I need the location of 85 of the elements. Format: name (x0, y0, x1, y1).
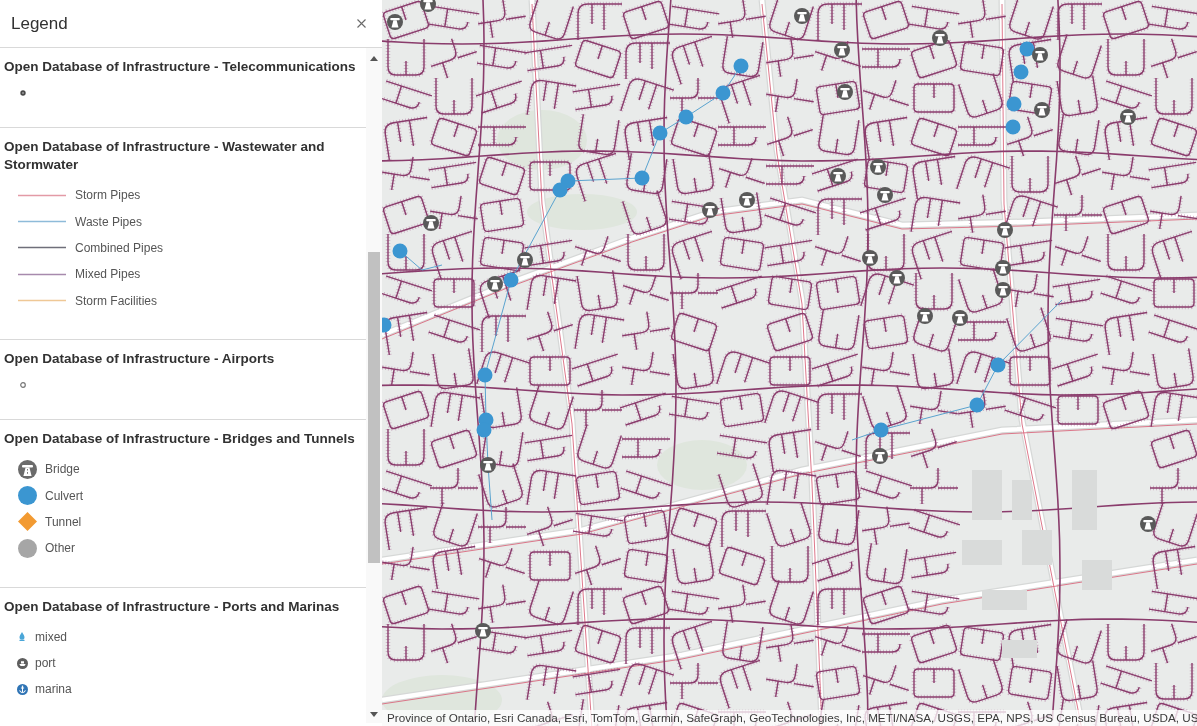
scrollbar-thumb[interactable] (368, 252, 380, 563)
bridge-marker (423, 215, 439, 231)
legend-title: Legend (11, 13, 68, 34)
culvert-marker (990, 357, 1006, 373)
bridge-marker (739, 192, 755, 208)
scroll-up-button[interactable] (370, 56, 378, 61)
legend-label: Tunnel (45, 514, 82, 529)
culvert-marker (392, 243, 408, 259)
layer-title: Open Database of Infrastructure - Airports (4, 349, 276, 368)
bridge-marker (387, 14, 403, 30)
building-footprint (1082, 560, 1112, 590)
legend-label: Bridge (45, 462, 80, 477)
bridge-marker (997, 222, 1013, 238)
bridge-marker (870, 159, 886, 175)
close-icon (357, 19, 366, 28)
bridge-marker (1120, 109, 1136, 125)
bridge-marker (830, 168, 846, 184)
bridge-marker (794, 8, 810, 24)
bridge-marker (517, 252, 533, 268)
culvert-marker (634, 170, 650, 186)
ring-icon (20, 381, 26, 388)
building-footprint (1022, 530, 1052, 565)
culvert-marker (873, 422, 889, 438)
bridge-marker (917, 308, 933, 324)
bridge-marker (995, 260, 1011, 276)
bridge-marker (475, 623, 491, 639)
legend-label: Mixed Pipes (75, 267, 141, 282)
drop-icon (19, 632, 25, 642)
bridge-marker (952, 310, 968, 326)
bridge-marker (877, 187, 893, 203)
bridge-marker (702, 202, 718, 218)
bridge-marker (420, 0, 436, 12)
bridge-marker (1034, 102, 1050, 118)
bridge-icon (18, 459, 37, 479)
bridge-marker (837, 84, 853, 100)
bridge-marker (487, 276, 503, 292)
legend-label: mixed (35, 629, 67, 644)
culvert-marker (715, 85, 731, 101)
culvert-marker (678, 109, 694, 125)
building-footprint (972, 470, 1002, 520)
culvert-marker (733, 58, 749, 74)
legend-label: Culvert (45, 488, 83, 503)
culvert-marker (503, 272, 519, 288)
caret-up-icon (370, 56, 378, 61)
bridge-marker (872, 448, 888, 464)
caret-down-icon (370, 712, 378, 717)
culvert-marker (1019, 41, 1035, 57)
legend-label: Storm Pipes (75, 188, 141, 203)
culvert-marker (477, 367, 493, 383)
layer-title: Open Database of Infrastructure - Telecommunications (4, 58, 357, 76)
legend-label: Other (45, 541, 75, 556)
close-button[interactable] (355, 17, 368, 30)
culvert-marker (1006, 96, 1022, 112)
culvert-marker (969, 397, 985, 413)
bridge-marker (889, 270, 905, 286)
culvert-marker (652, 125, 668, 141)
culvert-marker (1005, 119, 1021, 135)
legend-label: Combined Pipes (75, 240, 164, 255)
building-footprint (1012, 480, 1032, 520)
culvert-marker (476, 422, 492, 438)
bridge-marker (480, 457, 496, 473)
legend-label: Storm Facilities (75, 293, 157, 308)
scroll-down-button[interactable] (370, 712, 378, 717)
layer-title: Open Database of Infrastructure - Wastewater and Stormwater (4, 138, 326, 174)
bridge-marker (1140, 516, 1156, 532)
dot-icon (20, 90, 26, 96)
culvert-marker (552, 182, 568, 198)
layer-title: Open Database of Infrastructure - Ports and Marinas (4, 597, 341, 616)
layer-title: Open Database of Infrastructure - Bridges and Tunnels (4, 429, 356, 448)
bridge-marker (862, 250, 878, 266)
legend-label: port (35, 656, 56, 671)
bridge-marker (1032, 47, 1048, 63)
culvert-marker (1013, 64, 1029, 80)
legend-label: marina (35, 682, 72, 697)
culvert-marker (382, 317, 392, 333)
legend-label: Waste Pipes (75, 214, 142, 229)
bridge-marker (834, 42, 850, 58)
bridge-marker (995, 282, 1011, 298)
bridge-marker (932, 30, 948, 46)
building-footprint (1002, 640, 1037, 658)
anchor-icon (17, 684, 28, 695)
boat-icon (17, 657, 28, 669)
scrollbar-track[interactable] (366, 48, 382, 723)
building-footprint (1072, 470, 1097, 530)
building-footprint (982, 590, 1027, 610)
